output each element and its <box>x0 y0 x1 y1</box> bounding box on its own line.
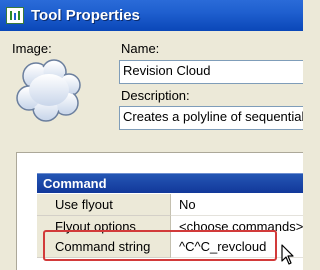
window-title: Tool Properties <box>31 7 140 24</box>
name-field[interactable]: Revision Cloud <box>119 60 303 84</box>
property-value-use-flyout[interactable]: No <box>171 194 303 216</box>
name-label: Name: <box>121 41 160 56</box>
revision-cloud-icon[interactable] <box>14 58 84 124</box>
command-section-title: Command <box>43 176 107 191</box>
property-name: Use flyout <box>37 194 171 216</box>
tool-properties-app-icon <box>6 7 24 24</box>
property-row-use-flyout[interactable]: Use flyout No <box>37 194 303 216</box>
command-string-highlight <box>43 230 277 261</box>
command-section-header[interactable]: Command <box>37 173 303 193</box>
image-label: Image: <box>12 41 52 56</box>
description-field[interactable]: Creates a polyline of sequential <box>119 106 303 130</box>
description-label: Description: <box>121 88 190 103</box>
mouse-pointer-icon <box>281 244 295 269</box>
title-bar[interactable]: Tool Properties <box>0 0 303 31</box>
